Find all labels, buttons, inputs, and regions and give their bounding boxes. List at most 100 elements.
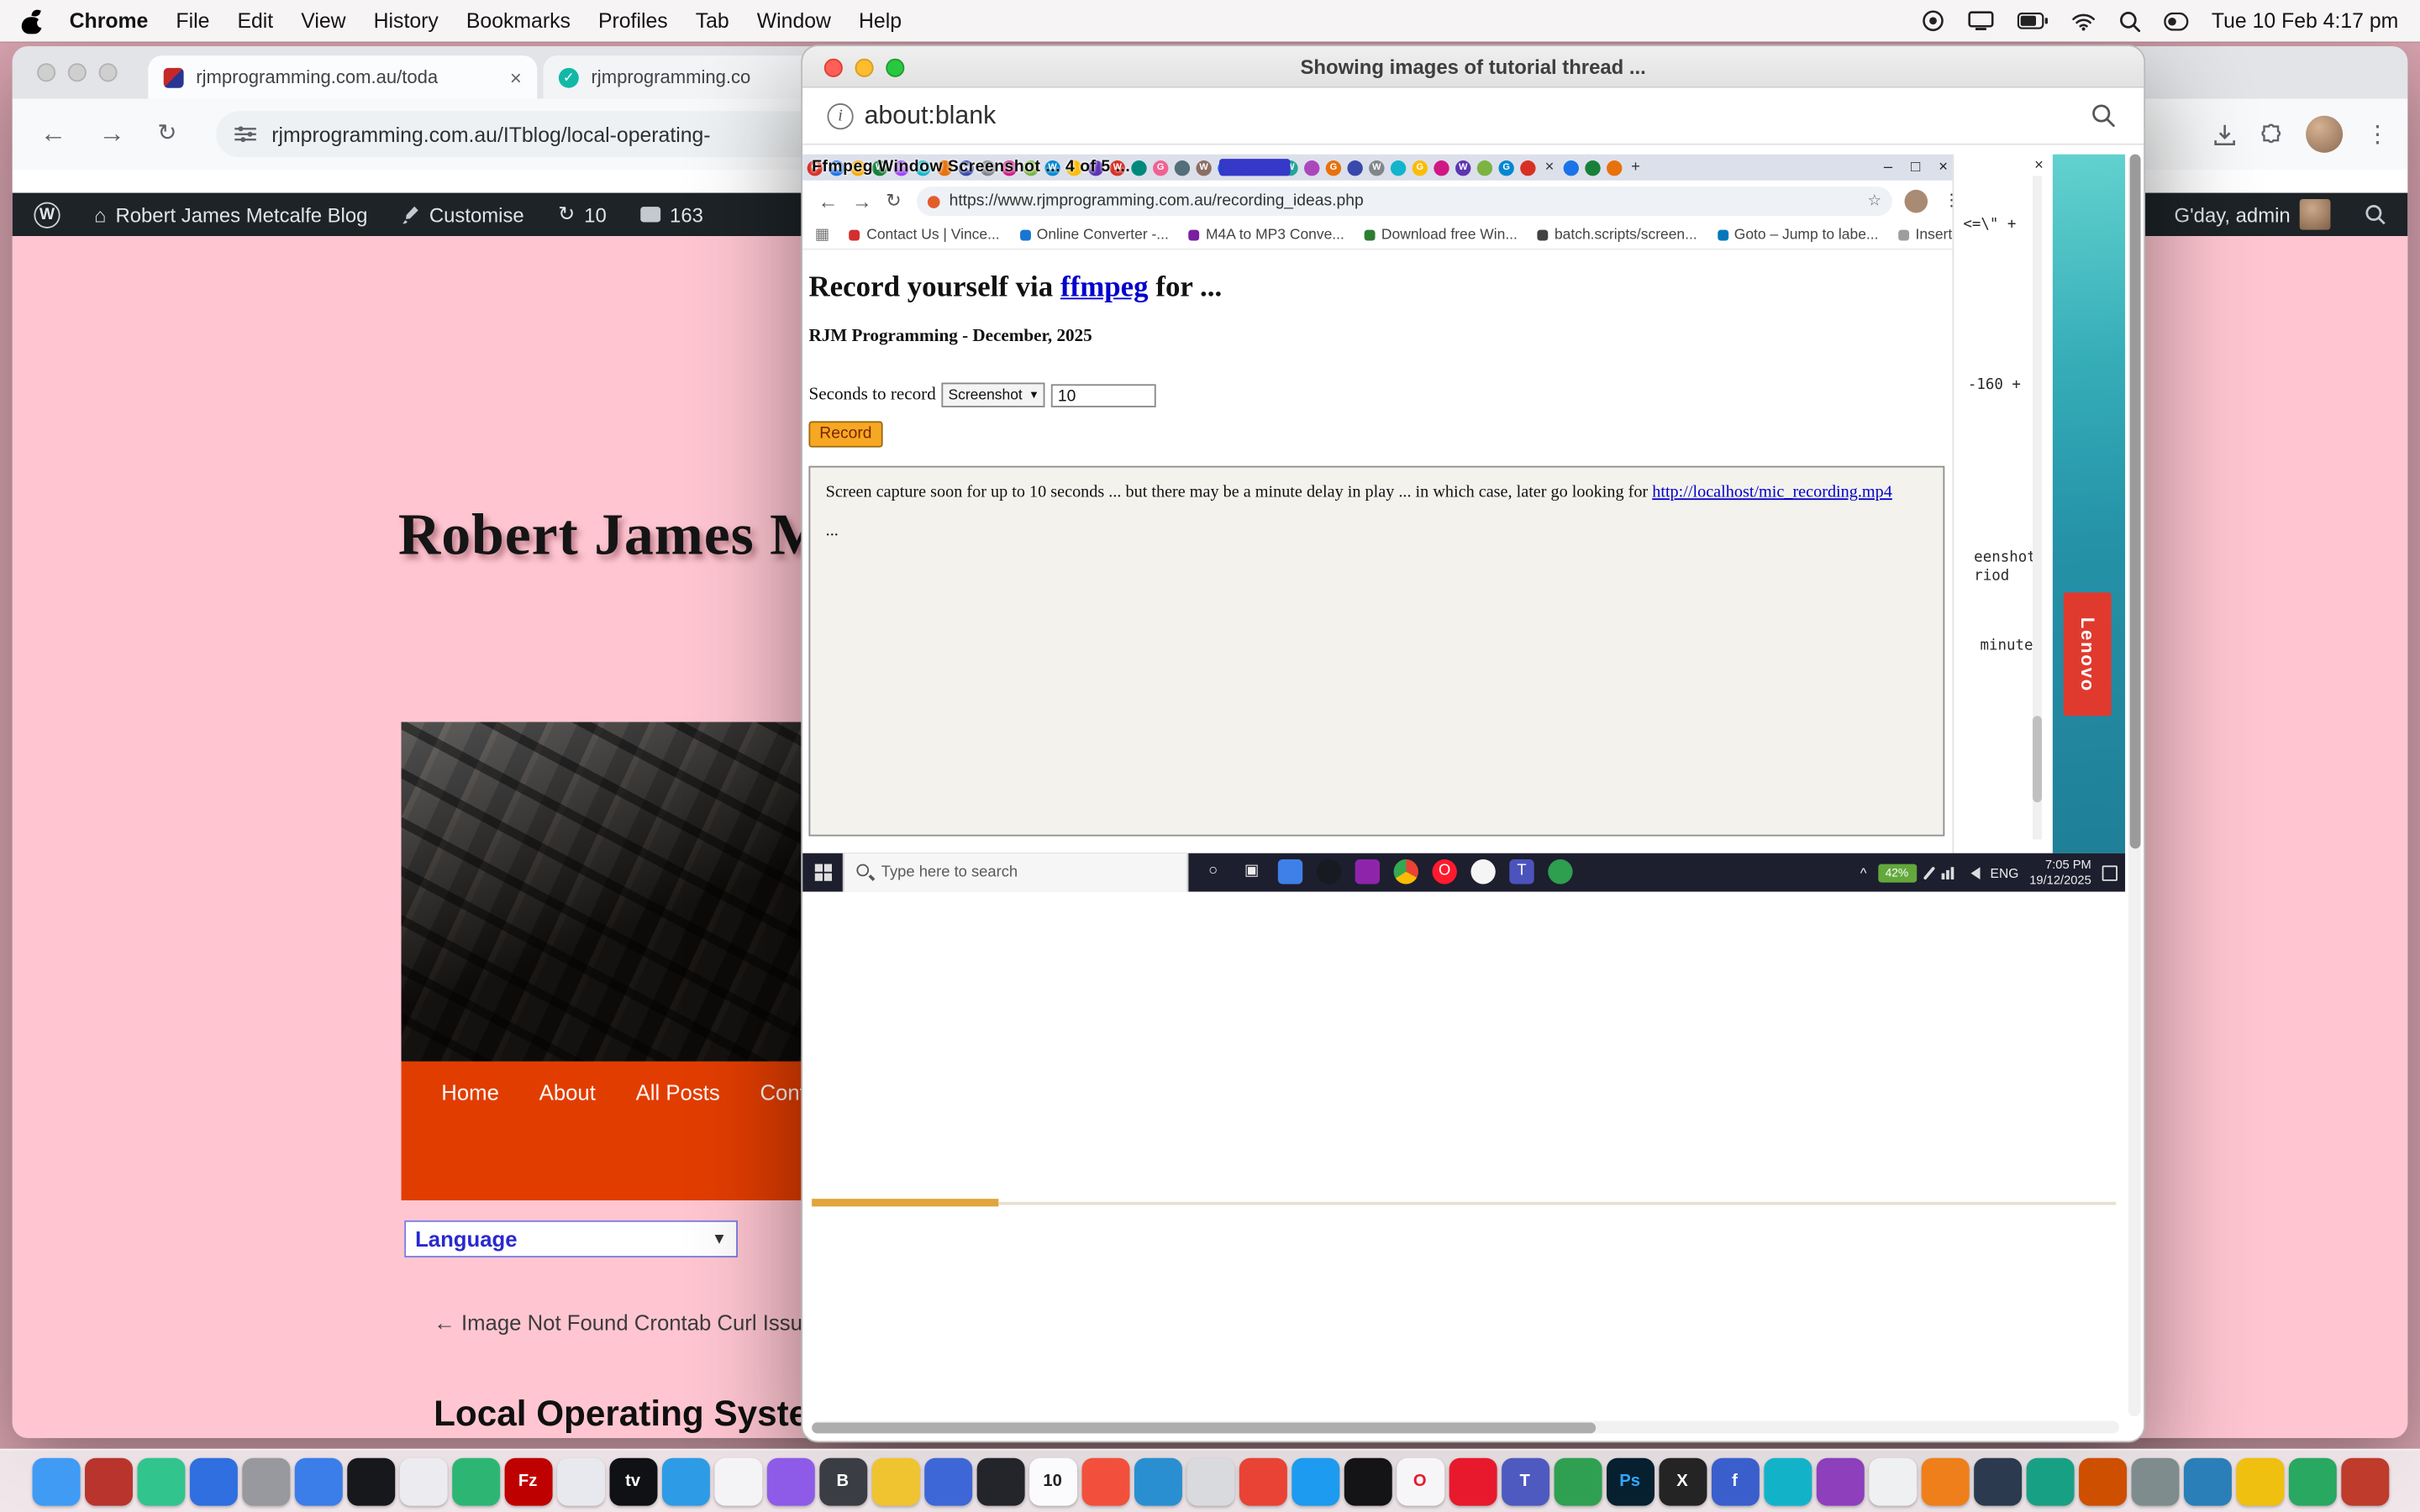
dock-app-icon[interactable] bbox=[766, 1457, 814, 1505]
dock-app-icon[interactable] bbox=[399, 1457, 447, 1505]
tab-favicon: W bbox=[1196, 160, 1211, 175]
page-info-icon[interactable]: i bbox=[827, 103, 853, 129]
wifi-icon[interactable] bbox=[2071, 12, 2096, 30]
dock-app-icon[interactable]: f bbox=[1711, 1457, 1759, 1505]
dock-app-icon[interactable] bbox=[713, 1457, 761, 1505]
menu-item[interactable]: Window bbox=[757, 9, 831, 33]
popup-title-bar[interactable]: Showing images of tutorial thread ... bbox=[802, 46, 2144, 88]
popup-horizontal-scrollbar[interactable] bbox=[812, 1421, 2119, 1434]
dock-app-icon[interactable] bbox=[1921, 1457, 1969, 1505]
nav-link[interactable]: About bbox=[539, 1080, 596, 1105]
menu-item[interactable]: Tab bbox=[696, 9, 729, 33]
admin-site-link[interactable]: ⌂Robert James Metcalfe Blog bbox=[94, 203, 367, 227]
dock-app-icon[interactable]: 10 bbox=[1028, 1457, 1076, 1505]
nav-link[interactable]: All Posts bbox=[636, 1080, 720, 1105]
dock-app-icon[interactable] bbox=[451, 1457, 499, 1505]
popup-address-text[interactable]: about:blank bbox=[865, 88, 997, 145]
dock-app-icon[interactable] bbox=[1291, 1457, 1339, 1505]
menu-item[interactable]: Profiles bbox=[598, 9, 668, 33]
language-select[interactable]: Language ▼ bbox=[404, 1221, 738, 1257]
display-icon[interactable] bbox=[1968, 11, 1994, 31]
status-box: Screen capture soon for up to 10 seconds… bbox=[808, 466, 1944, 837]
window-minimize-button[interactable] bbox=[68, 63, 87, 81]
dock-app-icon[interactable] bbox=[2078, 1457, 2126, 1505]
customise-link[interactable]: Customise bbox=[402, 203, 524, 227]
dock-app-icon[interactable] bbox=[871, 1457, 919, 1505]
dock-app-icon[interactable] bbox=[189, 1457, 237, 1505]
dock-app-icon[interactable] bbox=[1868, 1457, 1916, 1505]
site-settings-icon[interactable] bbox=[234, 125, 256, 144]
back-button[interactable]: ← bbox=[40, 99, 66, 170]
active-app-name[interactable]: Chrome bbox=[70, 9, 149, 33]
battery-icon[interactable] bbox=[2017, 13, 2048, 29]
menu-item[interactable]: History bbox=[374, 9, 439, 33]
dock-app-icon[interactable] bbox=[32, 1457, 80, 1505]
horizontal-scroll-thumb[interactable] bbox=[812, 1422, 1596, 1433]
window-close-button[interactable] bbox=[37, 63, 55, 81]
browser-tab[interactable]: rjmprogramming.com.au/toda × bbox=[148, 55, 537, 98]
dock-app-icon[interactable]: Ps bbox=[1606, 1457, 1654, 1505]
menu-item[interactable]: Edit bbox=[237, 9, 273, 33]
dock-app-icon[interactable] bbox=[241, 1457, 289, 1505]
dock-app-icon[interactable]: T bbox=[1501, 1457, 1549, 1505]
dock-app-icon[interactable] bbox=[556, 1457, 604, 1505]
dock-app-icon[interactable] bbox=[2340, 1457, 2388, 1505]
dock-app-icon[interactable] bbox=[1763, 1457, 1811, 1505]
download-icon[interactable] bbox=[2213, 123, 2237, 146]
customise-label: Customise bbox=[429, 203, 524, 227]
howdy-menu[interactable]: G'day, admin bbox=[2175, 199, 2331, 230]
dock-app-icon[interactable] bbox=[2026, 1457, 2074, 1505]
dock-app-icon[interactable] bbox=[1973, 1457, 2021, 1505]
nav-link[interactable]: Home bbox=[441, 1080, 499, 1105]
menu-item[interactable]: View bbox=[301, 9, 345, 33]
dock-app-icon[interactable] bbox=[1134, 1457, 1181, 1505]
comments-indicator[interactable]: 163 bbox=[640, 203, 703, 227]
dock-app-icon[interactable] bbox=[1449, 1457, 1497, 1505]
menu-item[interactable]: Bookmarks bbox=[466, 9, 571, 33]
menu-item[interactable]: Help bbox=[859, 9, 902, 33]
previous-post-link[interactable]: ← Image Not Found Crontab Curl Issue T bbox=[434, 1310, 833, 1334]
apple-logo-icon[interactable] bbox=[22, 8, 42, 33]
spotlight-search-icon[interactable] bbox=[2119, 10, 2141, 32]
dock-app-icon[interactable] bbox=[2236, 1457, 2284, 1505]
dock-app-icon[interactable] bbox=[294, 1457, 342, 1505]
dock-app-icon[interactable] bbox=[2131, 1457, 2179, 1505]
reload-button[interactable]: ↻ bbox=[157, 99, 176, 170]
dock-app-icon[interactable] bbox=[137, 1457, 185, 1505]
popup-search-icon[interactable] bbox=[2091, 103, 2116, 128]
dock-app-icon[interactable] bbox=[2288, 1457, 2336, 1505]
profile-avatar[interactable] bbox=[2306, 116, 2343, 153]
dock-app-icon[interactable] bbox=[1081, 1457, 1129, 1505]
dock-app-icon[interactable]: O bbox=[1396, 1457, 1444, 1505]
dock-app-icon[interactable] bbox=[1344, 1457, 1392, 1505]
dock-app-icon[interactable] bbox=[976, 1457, 1024, 1505]
dock-app-icon[interactable] bbox=[2183, 1457, 2231, 1505]
menu-bar-clock[interactable]: Tue 10 Feb 4:17 pm bbox=[2212, 9, 2398, 33]
dock-app-icon[interactable]: B bbox=[818, 1457, 866, 1505]
dock-app-icon[interactable] bbox=[661, 1457, 709, 1505]
popup-vertical-scrollbar[interactable] bbox=[2128, 155, 2141, 1416]
dock-app-icon[interactable] bbox=[1186, 1457, 1234, 1505]
menu-item[interactable]: File bbox=[176, 9, 209, 33]
bookmark-favicon bbox=[1189, 230, 1200, 241]
dock-app-icon[interactable] bbox=[1239, 1457, 1286, 1505]
dock-app-icon[interactable]: tv bbox=[609, 1457, 657, 1505]
dock-app-icon[interactable]: Fz bbox=[504, 1457, 552, 1505]
chrome-menu-icon[interactable]: ⋮ bbox=[2366, 120, 2390, 148]
dock-app-icon[interactable] bbox=[1816, 1457, 1864, 1505]
dock-app-icon[interactable]: X bbox=[1659, 1457, 1707, 1505]
dock-app-icon[interactable] bbox=[923, 1457, 971, 1505]
dock-app-icon[interactable] bbox=[346, 1457, 394, 1505]
updates-indicator[interactable]: ↻10 bbox=[558, 202, 607, 227]
forward-button[interactable]: → bbox=[99, 99, 125, 170]
vertical-scroll-thumb[interactable] bbox=[2129, 155, 2140, 848]
extensions-icon[interactable] bbox=[2260, 123, 2283, 146]
window-zoom-button[interactable] bbox=[99, 63, 118, 81]
dock-app-icon[interactable] bbox=[84, 1457, 132, 1505]
control-center-icon[interactable] bbox=[2164, 12, 2188, 30]
status-badge-icon[interactable] bbox=[1922, 9, 1945, 33]
dock-app-icon[interactable] bbox=[1554, 1457, 1602, 1505]
tab-close-icon[interactable]: × bbox=[510, 66, 522, 89]
admin-search-icon[interactable] bbox=[2365, 203, 2386, 225]
wp-logo-menu[interactable]: W bbox=[34, 202, 60, 228]
